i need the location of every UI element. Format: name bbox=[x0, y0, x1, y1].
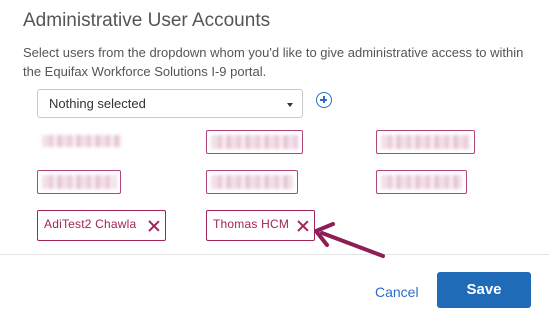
dialog-description: Select users from the dropdown whom you'… bbox=[23, 45, 524, 79]
selected-user-chip: AdiTest2 Chawla bbox=[37, 210, 166, 241]
save-button[interactable]: Save bbox=[437, 272, 531, 308]
close-icon[interactable] bbox=[297, 220, 309, 232]
dialog-title: Administrative User Accounts bbox=[23, 10, 271, 31]
redacted-name bbox=[211, 175, 293, 189]
selected-user-chip-redacted bbox=[37, 130, 126, 152]
add-circle-icon[interactable] bbox=[316, 92, 332, 108]
selected-user-chip-redacted bbox=[37, 170, 121, 194]
selected-user-chip: Thomas HCM bbox=[206, 210, 315, 241]
selected-user-chip-redacted bbox=[206, 130, 303, 154]
redacted-name bbox=[211, 135, 298, 149]
user-select-value: Nothing selected bbox=[49, 96, 146, 111]
redacted-name bbox=[42, 135, 121, 147]
selected-user-chip-redacted bbox=[376, 130, 475, 154]
user-select-dropdown[interactable]: Nothing selected bbox=[37, 89, 303, 118]
redacted-name bbox=[381, 175, 462, 189]
cancel-button[interactable]: Cancel bbox=[375, 284, 419, 300]
selected-user-chip-redacted bbox=[376, 170, 467, 194]
close-icon[interactable] bbox=[148, 220, 160, 232]
chevron-down-icon bbox=[287, 103, 293, 107]
chip-label: Thomas HCM bbox=[213, 217, 290, 231]
redacted-name bbox=[381, 135, 470, 149]
admin-accounts-dialog: Administrative User Accounts Select user… bbox=[0, 0, 549, 329]
chip-label: AdiTest2 Chawla bbox=[44, 217, 137, 231]
selected-user-chip-redacted bbox=[206, 170, 298, 194]
redacted-name bbox=[42, 175, 116, 189]
footer-divider bbox=[0, 254, 549, 255]
